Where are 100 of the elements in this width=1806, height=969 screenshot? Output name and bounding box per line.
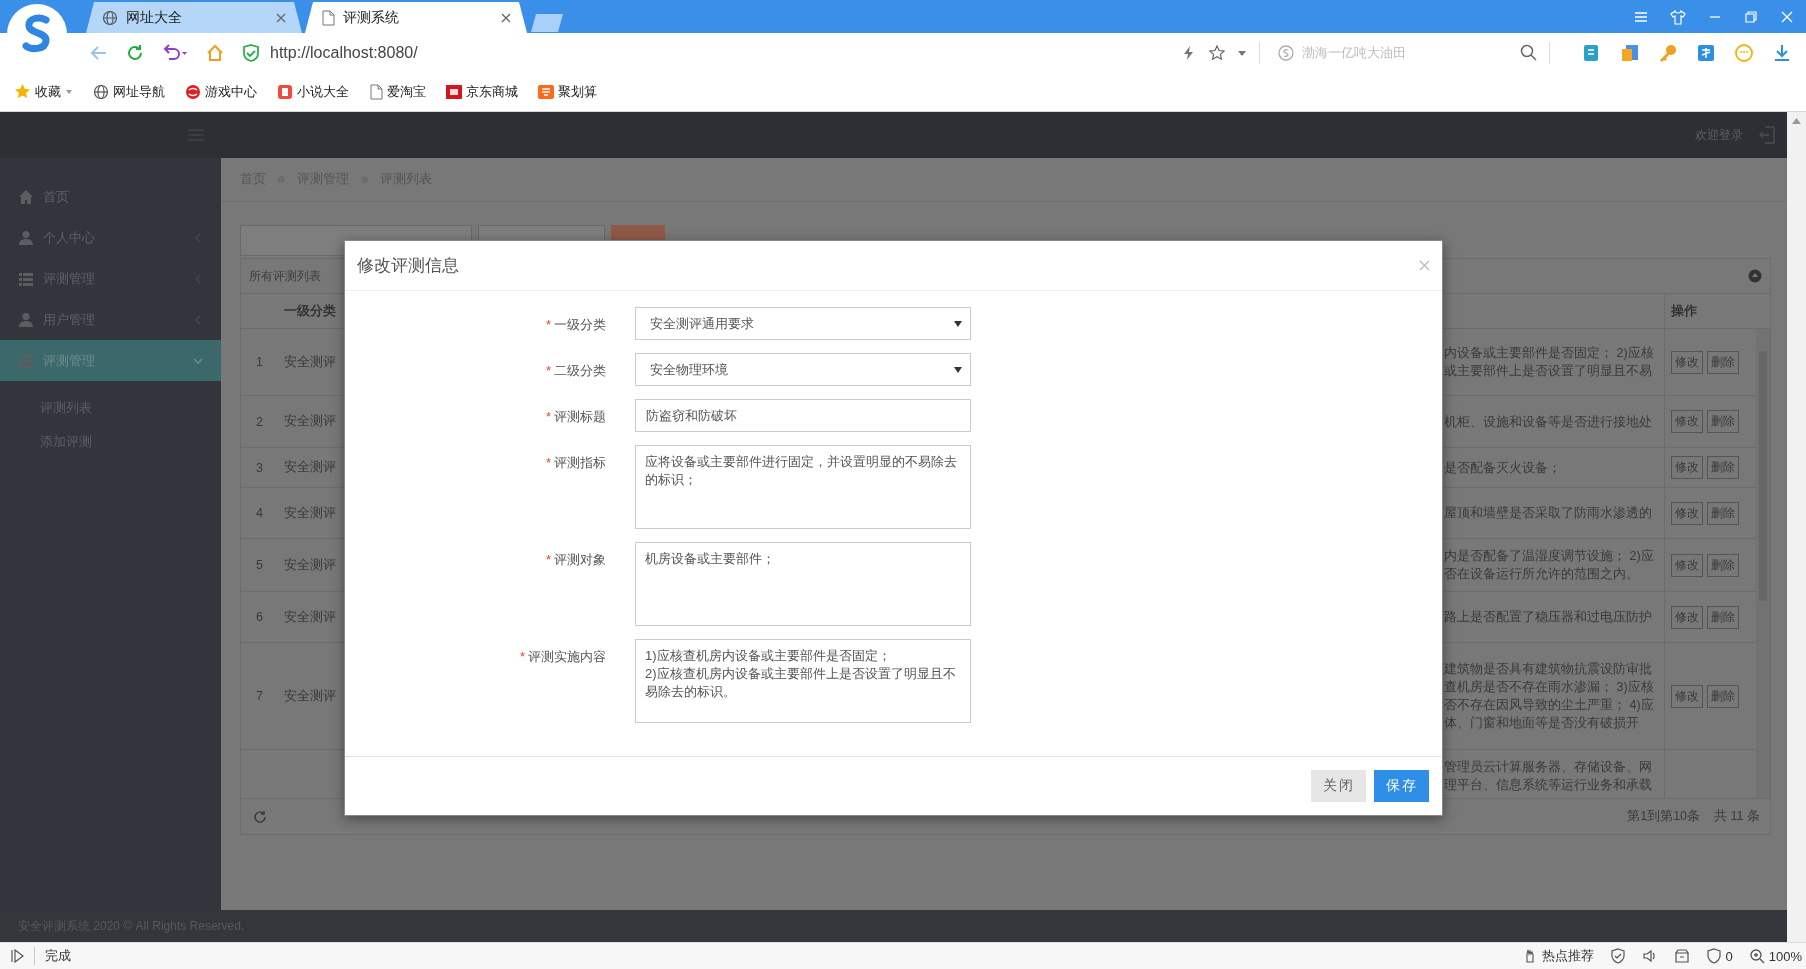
status-text: 完成 (45, 947, 71, 965)
edit-button[interactable]: 修改 (1671, 456, 1703, 479)
bookmark-link[interactable]: 游戏中心 (205, 82, 257, 101)
table-cell-text: 是否配备灭火设备； (1444, 459, 1561, 477)
url-field[interactable]: http://localhost:8080/ (270, 43, 418, 62)
page-icon (321, 9, 335, 26)
caret-icon (954, 366, 962, 373)
select-field[interactable]: 安全测评通用要求 (635, 307, 971, 340)
bookmark-link[interactable]: 爱淘宝 (387, 82, 426, 101)
menu-icon[interactable] (1634, 9, 1648, 24)
browser-tab[interactable]: 评测系统 (305, 2, 527, 33)
row-number: 2 (256, 414, 263, 429)
translate-icon[interactable] (1696, 42, 1716, 63)
refresh-icon[interactable] (253, 809, 267, 824)
textarea-field[interactable]: 1)应核查机房内设备或主要部件是否固定； 2)应核查机房内设备或主要部件上是否设置了明显且不易除去的标识。 (635, 639, 971, 723)
table-cell-text: 查机房是否不存在雨水渗漏； 3)应核 (1444, 679, 1654, 696)
new-tab-icon[interactable] (530, 13, 564, 33)
box-icon (1673, 948, 1690, 964)
browser-tab[interactable]: 网址大全 (86, 2, 302, 33)
edit-button[interactable]: 修改 (1671, 684, 1703, 708)
zoom-icon (1748, 948, 1765, 964)
shield-icon (242, 43, 260, 62)
key-icon[interactable] (1658, 42, 1678, 63)
bookmark-link[interactable]: 网址导航 (113, 82, 165, 101)
table-cell-text: 内设备或主要部件是否固定； 2)应核 (1444, 345, 1654, 362)
shirt-icon[interactable] (1670, 8, 1686, 25)
edit-button[interactable]: 修改 (1671, 410, 1703, 433)
speaker-icon (1641, 948, 1658, 964)
row-number: 7 (256, 689, 263, 703)
edit-button[interactable]: 修改 (1671, 501, 1703, 525)
globe-icon (102, 9, 118, 26)
input-field[interactable]: 防盗窃和防破坏 (635, 399, 971, 432)
play-icon[interactable] (10, 949, 24, 963)
edit-button[interactable]: 修改 (1671, 553, 1703, 577)
shop-icon (446, 83, 462, 100)
scroll-up-icon[interactable] (1792, 118, 1801, 124)
caret-icon (954, 320, 962, 327)
list-icon (18, 270, 34, 287)
collapse-icon[interactable] (1748, 269, 1762, 283)
edit-button[interactable]: 修改 (1671, 605, 1703, 629)
status-label[interactable]: 0 (1725, 948, 1733, 964)
list-icon (18, 352, 34, 369)
field-label: * 评测标题 (545, 409, 606, 424)
bookmark-link[interactable]: 聚划算 (558, 82, 597, 101)
globe-icon (93, 83, 109, 100)
field-label: * 评测对象 (545, 552, 606, 567)
page-range-text: 第1到第10条 (1627, 808, 1701, 825)
s-circle-icon (1278, 44, 1294, 61)
status-label[interactable]: 热点推荐 (1541, 947, 1594, 965)
card-icon[interactable] (1620, 42, 1640, 63)
column-header: 操作 (1671, 302, 1697, 320)
table-cell: 安全测评 (284, 556, 336, 574)
row-number: 3 (256, 460, 263, 475)
refresh-icon[interactable] (126, 43, 144, 62)
table-cell-text: 或主要部件上是否设置了明显且不易 (1444, 363, 1652, 380)
chevron-down-icon (193, 355, 203, 366)
undo-icon[interactable] (162, 43, 188, 62)
row-number: 4 (256, 506, 263, 520)
scrollbar[interactable] (1787, 112, 1806, 942)
logout-icon[interactable] (1759, 126, 1775, 144)
star-icon[interactable] (1209, 44, 1225, 61)
status-label[interactable]: 100% (1768, 948, 1802, 964)
field-label: * 评测实施内容 (519, 649, 606, 664)
user-icon (18, 229, 34, 246)
close-icon[interactable] (501, 12, 511, 23)
shield-icon (1609, 948, 1626, 964)
home-icon (18, 188, 34, 205)
bookmark-link[interactable]: 京东商城 (466, 82, 518, 101)
table-cell-text: 路上是否配置了稳压器和过电压防护 (1444, 609, 1652, 626)
book-icon (277, 83, 293, 100)
table-cell: 安全测评 (284, 608, 336, 626)
select-field[interactable]: 安全物理环境 (635, 353, 971, 386)
user-icon (18, 311, 34, 328)
table-cell: 安全测评 (284, 687, 336, 705)
page-icon (369, 83, 383, 100)
close-button[interactable]: 关闭 (1311, 770, 1366, 802)
deal-icon (538, 83, 554, 100)
bookmark-link[interactable]: 小说大全 (297, 82, 349, 101)
close-icon[interactable] (276, 12, 286, 23)
caret-icon[interactable] (65, 87, 73, 96)
table-cell: 安全测评 (284, 459, 336, 476)
row-number: 6 (256, 610, 263, 624)
smile-icon[interactable] (1734, 42, 1754, 63)
home-icon[interactable] (206, 43, 224, 62)
dialog-title: 修改评测信息 (357, 255, 459, 277)
back-icon[interactable] (90, 43, 108, 62)
download-icon[interactable] (1772, 42, 1792, 63)
save-button[interactable]: 保存 (1374, 770, 1429, 802)
row-number: 5 (256, 558, 263, 572)
field-label: * 评测指标 (545, 455, 606, 470)
search-icon[interactable] (1520, 44, 1537, 61)
textarea-field[interactable]: 应将设备或主要部件进行固定，并设置明显的不易除去的标识； (635, 445, 971, 529)
edit-button[interactable]: 修改 (1671, 350, 1703, 374)
table-cell: 安全测评 (284, 353, 336, 371)
textarea-field[interactable]: 机房设备或主要部件； (635, 542, 971, 626)
star-icon (14, 83, 31, 100)
bookmark-link[interactable]: 收藏 (35, 82, 61, 101)
table-cell: 安全测评 (284, 504, 336, 522)
restore-icon[interactable] (1744, 9, 1758, 24)
table-cell: 安全测评 (284, 413, 336, 430)
